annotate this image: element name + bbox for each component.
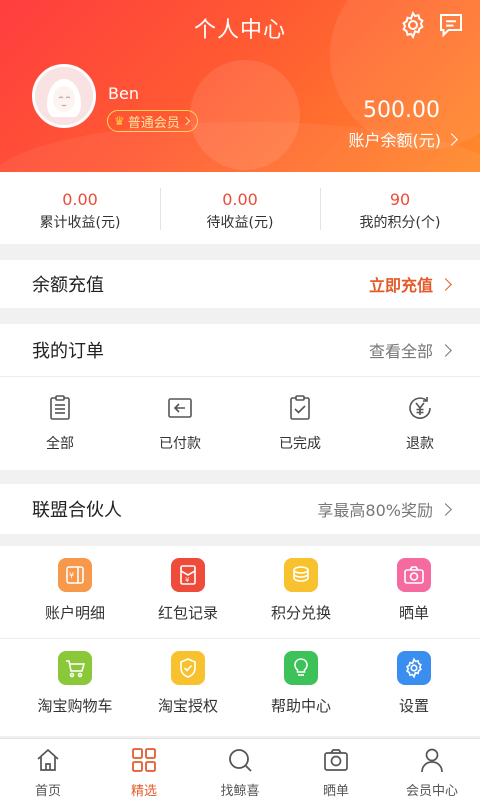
clipboard-check-icon <box>290 395 310 420</box>
orders-label: 我的订单 <box>32 341 104 362</box>
view-all-orders-link[interactable]: 查看全部 <box>368 338 452 362</box>
partner-reward-link[interactable]: 享最高80%奖励 <box>317 497 452 521</box>
order-refund[interactable]: 退款 <box>360 377 480 470</box>
grid-label: 帮助中心 <box>270 697 331 715</box>
grid-label: 账户明细 <box>44 604 105 622</box>
tab-member-center[interactable]: 会员中心 <box>384 739 480 800</box>
svg-text:¥: ¥ <box>185 576 190 584</box>
recharge-row[interactable]: 余额充值 立即充值 <box>0 260 480 308</box>
stat-label: 待收益(元) <box>206 215 274 231</box>
grid-label: 积分兑换 <box>270 604 331 622</box>
tab-featured[interactable]: 精选 <box>96 739 192 800</box>
partner-label: 联盟合伙人 <box>32 500 122 521</box>
grid-item-settings[interactable]: 设置 <box>354 639 474 731</box>
order-label: 已付款 <box>159 436 201 452</box>
grid-item-help-center[interactable]: 帮助中心 <box>241 639 361 731</box>
order-status-bar: 全部 已付款 已完成 退款 <box>0 376 480 470</box>
chevron-right-icon <box>439 343 452 357</box>
grid-label: 晒单 <box>398 604 429 622</box>
grid-item-taobao-cart[interactable]: 淘宝购物车 <box>15 639 135 731</box>
balance-link[interactable]: 账户余额(元) <box>348 127 458 151</box>
feature-grid: ¥ 账户明细 ¥ 红包记录 积分兑换 晒单 淘宝购物车 淘宝授权 帮助中心 设置 <box>0 546 480 736</box>
profile-header: 个人中心 Ben ♛ 普通会员 500.00 账户余额(元) <box>0 0 480 172</box>
avatar[interactable] <box>32 64 96 128</box>
view-all-label: 查看全部 <box>368 342 433 361</box>
member-badge[interactable]: ♛ 普通会员 <box>107 110 198 132</box>
home-icon <box>37 748 59 771</box>
lightbulb-icon <box>284 651 318 685</box>
earnings-stats: 0.00 累计收益(元) 0.00 待收益(元) 90 我的积分(个) <box>0 172 480 244</box>
stat-value: 0.00 <box>62 190 98 209</box>
grid-item-taobao-auth[interactable]: 淘宝授权 <box>128 639 248 731</box>
order-label: 退款 <box>406 436 434 452</box>
stat-label: 累计收益(元) <box>39 215 121 231</box>
grid-item-account-detail[interactable]: ¥ 账户明细 <box>15 546 135 638</box>
stat-value: 0.00 <box>222 190 258 209</box>
username: Ben <box>108 84 139 103</box>
paid-return-icon <box>168 398 192 418</box>
grid-icon <box>132 748 156 772</box>
stat-points[interactable]: 90 我的积分(个) <box>320 172 480 244</box>
coins-icon <box>284 558 318 592</box>
svg-text:¥: ¥ <box>69 571 74 580</box>
grid-label: 红包记录 <box>157 604 218 622</box>
tab-label: 会员中心 <box>405 784 458 799</box>
gear-icon <box>397 651 431 685</box>
member-level: 普通会员 <box>127 115 180 131</box>
grid-label: 淘宝购物车 <box>37 697 113 715</box>
stat-pending-earnings[interactable]: 0.00 待收益(元) <box>160 172 320 244</box>
crown-icon: ♛ <box>114 114 125 128</box>
tab-label: 首页 <box>34 784 61 799</box>
chevron-right-icon <box>439 502 452 516</box>
chevron-right-icon <box>181 116 191 126</box>
tab-label: 精选 <box>130 784 157 799</box>
order-completed[interactable]: 已完成 <box>240 377 360 470</box>
recharge-action: 立即充值 <box>368 276 433 295</box>
shield-check-icon <box>171 651 205 685</box>
order-all[interactable]: 全部 <box>0 377 120 470</box>
stat-total-earnings[interactable]: 0.00 累计收益(元) <box>0 172 160 244</box>
tab-discover[interactable]: 找鲸喜 <box>192 739 288 800</box>
cart-icon <box>58 651 92 685</box>
grid-item-red-packet[interactable]: ¥ 红包记录 <box>128 546 248 638</box>
tab-show-order[interactable]: 晒单 <box>288 739 384 800</box>
camera-icon <box>324 749 348 771</box>
recharge-label: 余额充值 <box>32 275 104 296</box>
grid-label: 设置 <box>398 697 429 715</box>
yen-refund-icon <box>409 397 431 419</box>
account-balance: 500.00 <box>363 98 440 123</box>
tab-home[interactable]: 首页 <box>0 739 96 800</box>
order-paid[interactable]: 已付款 <box>120 377 240 470</box>
partner-reward-label: 享最高80%奖励 <box>317 501 433 520</box>
order-label: 已完成 <box>279 436 321 452</box>
grid-item-show-order[interactable]: 晒单 <box>354 546 474 638</box>
stat-value: 90 <box>389 190 411 209</box>
grid-item-points-exchange[interactable]: 积分兑换 <box>241 546 361 638</box>
chevron-right-icon <box>445 132 458 146</box>
settings-gear-icon[interactable] <box>398 10 428 40</box>
bottom-tab-bar: 首页 精选 找鲸喜 晒单 会员中心 <box>0 738 480 800</box>
grid-label: 淘宝授权 <box>157 697 218 715</box>
clipboard-list-icon <box>50 395 70 420</box>
stat-label: 我的积分(个) <box>359 215 441 231</box>
message-icon[interactable] <box>436 10 466 40</box>
chevron-right-icon <box>439 277 452 291</box>
tab-label: 晒单 <box>322 784 349 799</box>
recharge-now-link[interactable]: 立即充值 <box>368 272 452 296</box>
order-label: 全部 <box>46 436 74 452</box>
red-packet-icon: ¥ <box>171 558 205 592</box>
search-icon <box>229 749 252 772</box>
camera-icon <box>397 558 431 592</box>
user-icon <box>421 748 443 773</box>
account-detail-icon: ¥ <box>58 558 92 592</box>
balance-label: 账户余额(元) <box>348 131 442 150</box>
avatar-image <box>35 67 93 125</box>
tab-label: 找鲸喜 <box>220 784 260 799</box>
partner-row[interactable]: 联盟合伙人 享最高80%奖励 <box>0 484 480 534</box>
orders-row: 我的订单 查看全部 <box>0 324 480 376</box>
